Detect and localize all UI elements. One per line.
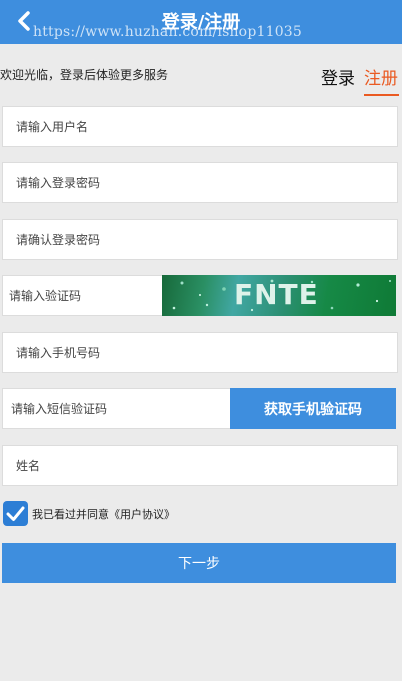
active-tab-indicator [364, 94, 399, 96]
agreement-checkbox[interactable] [3, 501, 28, 526]
watermark-text: https://www.huzhan.com/ishop11035 [33, 24, 303, 40]
password-field-container [2, 162, 398, 203]
checkmark-icon [6, 506, 25, 521]
agreement-label: 我已看过并同意《用户协议》 [32, 506, 175, 522]
captcha-field-container [2, 275, 162, 316]
phone-input[interactable] [3, 333, 397, 372]
app-header: 登录/注册 https://www.huzhan.com/ishop11035 [0, 0, 402, 44]
phone-field-container [2, 332, 398, 373]
password-input[interactable] [3, 163, 397, 202]
welcome-text: 欢迎光临，登录后体验更多服务 [0, 68, 169, 82]
sms-code-input[interactable] [3, 389, 230, 428]
name-field-container [2, 445, 398, 486]
captcha-input[interactable] [3, 276, 162, 315]
username-input[interactable] [3, 107, 397, 146]
confirm-password-field-container [2, 219, 398, 260]
next-step-button[interactable]: 下一步 [2, 543, 396, 583]
user-agreement-link[interactable]: 《用户协议》 [109, 508, 175, 521]
sms-code-field-container [2, 388, 230, 429]
agreement-prefix: 我已看过并同意 [32, 508, 109, 521]
captcha-code: FNTE [234, 278, 319, 311]
get-sms-code-button[interactable]: 获取手机验证码 [230, 388, 396, 429]
confirm-password-input[interactable] [3, 220, 397, 259]
tab-login[interactable]: 登录 [321, 64, 355, 89]
username-field-container [2, 106, 398, 147]
name-input[interactable] [3, 446, 397, 485]
captcha-image[interactable]: FNTE [162, 275, 396, 316]
tab-register[interactable]: 注册 [364, 64, 398, 89]
